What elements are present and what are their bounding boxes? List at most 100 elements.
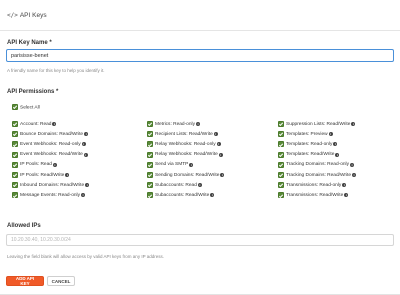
info-icon[interactable]: i (351, 122, 356, 127)
permission-label: Subaccounts: Read/Write (155, 192, 210, 198)
permission-label: Sending Domains: Read/Write (155, 172, 220, 178)
info-icon[interactable]: i (213, 132, 218, 137)
info-icon[interactable]: i (350, 162, 355, 167)
permissions-row: IP Pools: Read i Send via SMTP i Tracking Do… (12, 160, 392, 170)
checkbox-checked-icon (278, 192, 284, 199)
permission-label: Send via SMTP (155, 162, 189, 168)
permissions-grid: Account: Read i Metrics: Read-only i Suppres… (12, 119, 392, 201)
allowed-ips-help: Leaving the field blank will allow acces… (7, 254, 164, 259)
code-icon: </> (7, 11, 18, 19)
info-icon[interactable]: i (84, 132, 89, 137)
permission-label: Inbound Domains: Read/Write (20, 182, 85, 188)
checkbox-checked-icon (147, 161, 153, 168)
info-icon[interactable]: i (65, 173, 70, 178)
permission-label: IP Pools: Read/Write (20, 172, 65, 178)
info-icon[interactable]: i (344, 193, 349, 198)
permission-label: Subaccounts: Read (155, 182, 197, 188)
permission-label: Account: Read (20, 121, 52, 127)
permission-checkbox[interactable]: Transmissions: Read/Write i (278, 190, 392, 200)
info-icon[interactable]: i (189, 162, 194, 167)
permissions-row: Inbound Domains: Read/Write i Subaccounts:… (12, 180, 392, 190)
permission-label: Metrics: Read-only (155, 121, 195, 127)
permission-checkbox[interactable]: Event Webhooks: Read/Write i (12, 150, 147, 160)
info-icon[interactable]: i (342, 183, 347, 188)
permission-checkbox[interactable]: Inbound Domains: Read/Write i (12, 180, 147, 190)
info-icon[interactable]: i (216, 142, 221, 147)
permission-checkbox[interactable]: Templates: Read-only i (278, 139, 392, 149)
info-icon[interactable]: i (335, 152, 340, 157)
checkbox-checked-icon (12, 161, 18, 168)
checkbox-checked-icon (278, 182, 284, 189)
permission-checkbox[interactable]: Relay Webhooks: Read/Write i (147, 150, 278, 160)
checkbox-checked-icon (12, 182, 18, 189)
permissions-row: IP Pools: Read/Write i Sending Domains: Re… (12, 170, 392, 180)
permission-checkbox[interactable]: IP Pools: Read i (12, 160, 147, 170)
key-name-input[interactable] (6, 49, 394, 62)
cancel-button[interactable]: CANCEL (47, 276, 75, 286)
permission-checkbox[interactable]: Templates: Read/Write i (278, 150, 392, 160)
permission-label: Relay Webhooks: Read/Write (155, 152, 218, 158)
checkbox-checked-icon (147, 121, 153, 128)
info-icon[interactable]: i (83, 152, 88, 157)
permission-checkbox[interactable]: Suppression Lists: Read/Write i (278, 119, 392, 129)
info-icon[interactable]: i (352, 173, 357, 178)
permission-checkbox[interactable]: Account: Read i (12, 119, 147, 129)
permission-checkbox[interactable]: Metrics: Read-only i (147, 119, 278, 129)
checkbox-checked-icon (278, 121, 284, 128)
permission-label: Templates: Read/Write (286, 152, 335, 158)
page-header: </> API Keys (0, 0, 400, 31)
checkbox-checked-icon (278, 161, 284, 168)
checkbox-checked-icon (12, 172, 18, 179)
info-icon[interactable]: i (52, 122, 57, 127)
permission-checkbox[interactable]: Event Webhooks: Read-only i (12, 139, 147, 149)
info-icon[interactable]: i (197, 183, 202, 188)
permission-label: IP Pools: Read (20, 162, 52, 168)
permission-checkbox[interactable]: Transmissions: Read-only i (278, 180, 392, 190)
permissions-label: API Permissions * (7, 89, 59, 95)
info-icon[interactable]: i (52, 162, 57, 167)
page-title: API Keys (19, 11, 47, 19)
permission-label: Event Webhooks: Read-only (20, 141, 81, 147)
permission-label: Message Events: Read-only (20, 192, 80, 198)
permissions-row: Account: Read i Metrics: Read-only i Suppres… (12, 119, 392, 129)
checkbox-checked-icon (147, 172, 153, 179)
info-icon[interactable]: i (210, 193, 215, 198)
permission-checkbox[interactable]: Subaccounts: Read i (147, 180, 278, 190)
info-icon[interactable]: i (218, 152, 223, 157)
checkbox-checked-icon (278, 141, 284, 148)
permission-checkbox[interactable]: Recipient Lists: Read/Write i (147, 129, 278, 139)
info-icon[interactable]: i (85, 183, 90, 188)
permission-checkbox[interactable]: Send via SMTP i (147, 160, 278, 170)
checkbox-checked-icon (147, 141, 153, 148)
checkbox-checked-icon (12, 121, 18, 128)
info-icon[interactable]: i (196, 122, 200, 127)
permission-checkbox[interactable]: Tracking Domains: Read/Write i (278, 170, 392, 180)
permission-checkbox[interactable]: Subaccounts: Read/Write i (147, 190, 278, 200)
info-icon[interactable]: i (328, 132, 333, 137)
permission-checkbox[interactable]: Bounce Domains: Read/Write i (12, 129, 147, 139)
info-icon[interactable]: i (81, 193, 85, 198)
permission-checkbox[interactable]: Relay Webhooks: Read-only i (147, 139, 278, 149)
permission-checkbox[interactable]: IP Pools: Read/Write i (12, 170, 147, 180)
permission-checkbox[interactable]: Templates: Preview i (278, 129, 392, 139)
checkbox-checked-icon (278, 131, 284, 138)
permission-label: Tracking Domains: Read/Write (286, 172, 352, 178)
permission-label: Recipient Lists: Read/Write (155, 131, 213, 137)
checkbox-checked-icon (12, 192, 18, 199)
info-icon[interactable]: i (333, 142, 338, 147)
permission-checkbox[interactable]: Tracking Domains: Read-only i (278, 160, 392, 170)
select-all-checkbox[interactable]: Select All (12, 104, 40, 110)
permission-label: Tracking Domains: Read-only (286, 162, 350, 168)
permission-label: Transmissions: Read-only (286, 182, 342, 188)
permissions-row: Event Webhooks: Read/Write i Relay Webhook… (12, 150, 392, 160)
permissions-row: Message Events: Read-only i Subaccounts: R… (12, 190, 392, 200)
checkbox-checked-icon (278, 172, 284, 179)
permission-checkbox[interactable]: Message Events: Read-only i (12, 190, 147, 200)
info-icon[interactable]: i (220, 173, 225, 178)
add-api-key-button[interactable]: ADD API KEY (6, 276, 44, 286)
permission-checkbox[interactable]: Sending Domains: Read/Write i (147, 170, 278, 180)
permission-label: Transmissions: Read/Write (286, 192, 344, 198)
key-name-help: A friendly name for this key to help you… (7, 68, 105, 73)
allowed-ips-input[interactable] (6, 234, 394, 246)
info-icon[interactable]: i (81, 142, 86, 147)
